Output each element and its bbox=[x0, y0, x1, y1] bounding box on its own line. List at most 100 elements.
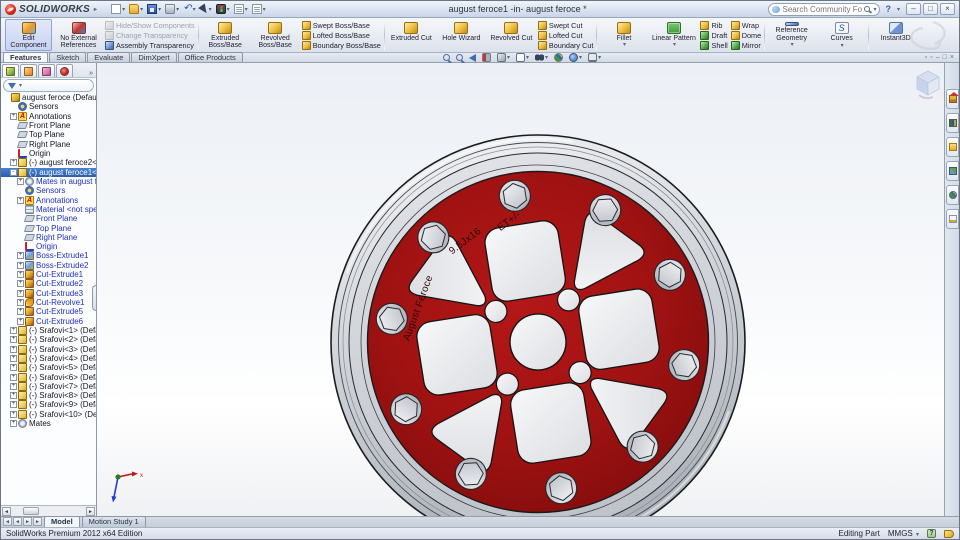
dropdown-arrow-icon[interactable]: ▾ bbox=[507, 54, 510, 61]
swept-boss-base-button[interactable]: Swept Boss/Base bbox=[301, 20, 381, 30]
tab-scroll-first-icon[interactable]: ◄ bbox=[3, 517, 12, 526]
tree-item[interactable]: + Cut-Extrude6 bbox=[1, 316, 96, 326]
expand-toggle[interactable]: + bbox=[10, 392, 17, 400]
units-selector[interactable]: MMGS ▾ bbox=[888, 529, 919, 538]
file-properties-button[interactable]: ▾ bbox=[233, 4, 249, 14]
dropdown-arrow-icon[interactable]: ▾ bbox=[841, 43, 844, 51]
scroll-right-arrow-icon[interactable]: ► bbox=[86, 506, 95, 516]
tree-item[interactable]: Front Plane bbox=[1, 121, 96, 130]
tree-item[interactable]: Origin bbox=[1, 242, 96, 252]
view-settings-button[interactable]: ▾ bbox=[587, 53, 602, 62]
tree-item[interactable]: + Cut-Extrude3 bbox=[1, 288, 96, 298]
tree-item[interactable]: Origin bbox=[1, 149, 96, 159]
display-style-button[interactable]: ▾ bbox=[515, 53, 530, 62]
tab-scroll-prev-icon[interactable]: ◄ bbox=[13, 517, 22, 526]
tree-item[interactable]: Sensors bbox=[1, 102, 96, 112]
expand-toggle[interactable]: + bbox=[10, 382, 17, 390]
revolved-cut-button[interactable]: Revolved Cut bbox=[488, 19, 535, 51]
reference-geometry-button[interactable]: Reference Geometry ▾ bbox=[768, 19, 815, 51]
restore-button[interactable]: □ bbox=[923, 3, 938, 15]
tree-item[interactable]: + (-) Srafovi<7> (Default<<De bbox=[1, 381, 96, 391]
tree-item[interactable]: + (-) Srafovi<6> (Default<<De bbox=[1, 372, 96, 382]
expand-toggle[interactable]: + bbox=[17, 252, 24, 260]
dropdown-arrow-icon[interactable]: ▾ bbox=[545, 54, 548, 61]
tab-motion-study-1[interactable]: Motion Study 1 bbox=[81, 516, 146, 527]
fillet-button[interactable]: Fillet ▾ bbox=[600, 19, 647, 51]
tree-item[interactable]: - (-) august feroce1<2> (Defa bbox=[1, 167, 96, 177]
tab-solidworks-resources[interactable] bbox=[946, 89, 959, 109]
tree-item[interactable]: + (-) Srafovi<5> (Default<<De bbox=[1, 363, 96, 373]
tree-horizontal-scrollbar[interactable]: ◄ ► bbox=[1, 505, 96, 516]
revolved-boss-base-button[interactable]: Revolved Boss/Base bbox=[252, 19, 299, 51]
tab-evaluate[interactable]: Evaluate bbox=[87, 52, 131, 62]
community-search[interactable]: ▾ bbox=[768, 2, 881, 16]
undo-button[interactable]: ↶ ▾ bbox=[182, 4, 196, 14]
solidworks-logo[interactable]: SOLIDWORKS ▸ bbox=[5, 3, 97, 15]
doc-close-button[interactable]: × bbox=[950, 54, 954, 61]
tree-item[interactable]: + Cut-Extrude5 bbox=[1, 307, 96, 317]
tab-scroll-next-icon[interactable]: ► bbox=[23, 517, 32, 526]
expand-toggle[interactable]: + bbox=[10, 364, 17, 372]
no-external-references-button[interactable]: No External References bbox=[55, 19, 102, 51]
save-button[interactable]: ▾ bbox=[146, 4, 162, 14]
expand-toggle[interactable]: + bbox=[17, 299, 24, 307]
tree-item[interactable]: Top Plane bbox=[1, 223, 96, 233]
expand-toggle[interactable]: + bbox=[10, 410, 17, 418]
expand-toggle[interactable]: + bbox=[10, 354, 17, 362]
doc-window-icon[interactable]: ▫ bbox=[925, 54, 927, 61]
units-dropdown-icon[interactable]: ▾ bbox=[916, 532, 919, 538]
assembly-transparency-button[interactable]: Assembly Transparency bbox=[105, 40, 195, 50]
expand-toggle[interactable]: - bbox=[10, 168, 17, 176]
rib-button[interactable]: Rib bbox=[700, 20, 727, 30]
help-dropdown-icon[interactable]: ▾ bbox=[897, 6, 900, 13]
tab-design-library[interactable] bbox=[946, 113, 959, 133]
tag-icon[interactable] bbox=[944, 529, 954, 538]
lofted-boss-base-button[interactable]: Lofted Boss/Base bbox=[301, 30, 381, 40]
tab-appearances[interactable] bbox=[946, 185, 959, 205]
section-view-button[interactable] bbox=[481, 53, 492, 62]
expand-toggle[interactable]: + bbox=[10, 401, 17, 409]
expand-toggle[interactable]: + bbox=[10, 112, 17, 120]
swept-cut-button[interactable]: Swept Cut bbox=[537, 20, 594, 30]
tab-office-products[interactable]: Office Products bbox=[177, 52, 243, 62]
tab-dimxpertmanager[interactable] bbox=[56, 64, 73, 77]
tree-item[interactable]: + Boss-Extrude2 bbox=[1, 260, 96, 270]
tree-item[interactable]: + (-) Srafovi<9> (Default<<De bbox=[1, 400, 96, 410]
tree-item[interactable]: + (-) Srafovi<8> (Default<<De bbox=[1, 391, 96, 401]
hide-show-components-button[interactable]: Hide/Show Components bbox=[105, 20, 195, 30]
zoom-area-button[interactable] bbox=[455, 54, 464, 61]
view-orientation-button[interactable]: ▾ bbox=[496, 53, 511, 62]
expand-toggle[interactable]: + bbox=[10, 420, 17, 428]
tree-item[interactable]: + Mates in august feroce bbox=[1, 176, 96, 186]
tree-item[interactable]: + Mates bbox=[1, 419, 96, 429]
change-transparency-button[interactable]: Change Transparency bbox=[105, 30, 195, 40]
tab-file-explorer[interactable] bbox=[946, 137, 959, 157]
tree-item[interactable]: + Annotations bbox=[1, 195, 96, 205]
linear-pattern-button[interactable]: Linear Pattern ▾ bbox=[650, 19, 697, 51]
hide-items-button[interactable]: ▾ bbox=[534, 53, 549, 62]
expand-toggle[interactable]: + bbox=[10, 326, 17, 334]
tree-item[interactable]: Front Plane bbox=[1, 214, 96, 223]
apply-scene-button[interactable]: ▾ bbox=[568, 53, 583, 62]
boundary-cut-button[interactable]: Boundary Cut bbox=[537, 40, 593, 50]
expand-toggle[interactable]: + bbox=[17, 289, 24, 297]
tab-view-palette[interactable] bbox=[946, 161, 959, 181]
dropdown-arrow-icon[interactable]: ▾ bbox=[158, 6, 161, 13]
expand-toggle[interactable]: + bbox=[10, 345, 17, 353]
scroll-left-arrow-icon[interactable]: ◄ bbox=[2, 506, 11, 516]
tree-item[interactable]: + Annotations bbox=[1, 111, 96, 121]
tab-featuremanager[interactable] bbox=[2, 64, 19, 77]
brand-expand-arrow-icon[interactable]: ▸ bbox=[94, 6, 97, 13]
tree-item[interactable]: Top Plane bbox=[1, 130, 96, 139]
tree-item[interactable]: + Cut-Extrude1 bbox=[1, 270, 96, 280]
dropdown-arrow-icon[interactable]: ▾ bbox=[673, 42, 676, 50]
hole-wizard-button[interactable]: Hole Wizard bbox=[438, 19, 485, 51]
tree-item[interactable]: + Boss-Extrude1 bbox=[1, 251, 96, 261]
status-help-icon[interactable]: ? bbox=[927, 529, 936, 538]
filter-dropdown-icon[interactable]: ▾ bbox=[19, 82, 22, 89]
expand-toggle[interactable]: + bbox=[17, 280, 24, 288]
dropdown-arrow-icon[interactable]: ▾ bbox=[791, 42, 794, 50]
open-button[interactable]: ▾ bbox=[128, 4, 144, 14]
wrap-button[interactable]: Wrap bbox=[730, 20, 761, 30]
tree-item[interactable]: + Cut-Extrude2 bbox=[1, 279, 96, 289]
